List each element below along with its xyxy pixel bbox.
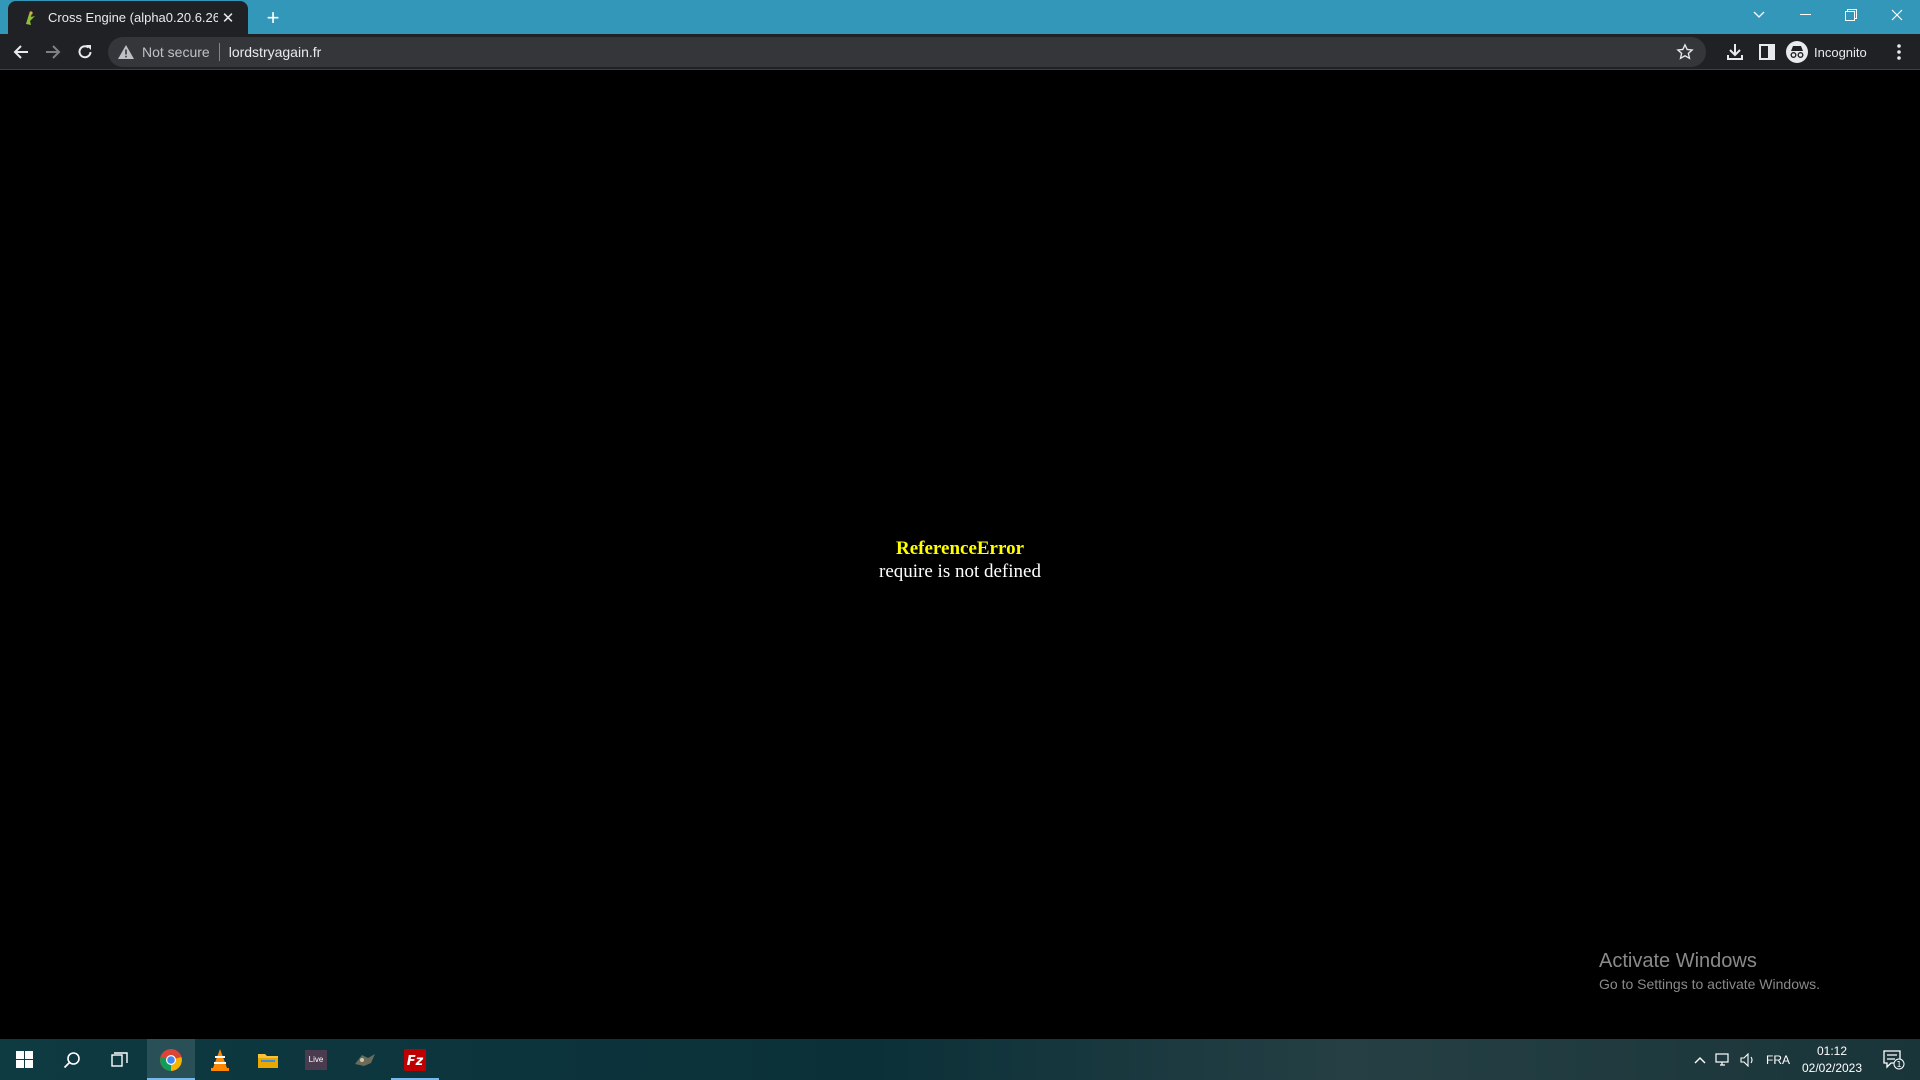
tab-title: Cross Engine (alpha0.20.6.26) — [48, 10, 218, 25]
vlc-icon[interactable] — [196, 1039, 244, 1080]
incognito-icon — [1786, 41, 1808, 63]
restore-icon[interactable] — [1828, 0, 1874, 30]
address-bar[interactable]: Not secure lordstryagain.fr — [108, 37, 1706, 67]
reload-icon[interactable] — [71, 38, 99, 66]
url-text[interactable]: lordstryagain.fr — [229, 44, 322, 60]
chrome-icon[interactable] — [147, 1039, 195, 1080]
activate-windows-watermark: Activate Windows Go to Settings to activ… — [1599, 948, 1820, 994]
input-language-indicator[interactable]: FRA — [1762, 1039, 1794, 1080]
watermark-subtitle: Go to Settings to activate Windows. — [1599, 976, 1820, 992]
clock-time: 01:12 — [1816, 1044, 1848, 1058]
clock-date: 02/02/2023 — [1801, 1061, 1863, 1075]
live-app-label: Live — [305, 1049, 327, 1070]
kebab-menu-icon[interactable] — [1888, 41, 1910, 63]
browser-toolbar: Not secure lordstryagain.fr Incognito — [0, 34, 1920, 70]
svg-text:Fz: Fz — [407, 1054, 424, 1069]
close-tab-icon[interactable]: ✕ — [218, 8, 238, 28]
live-app-icon[interactable]: Live — [292, 1039, 340, 1080]
new-tab-button[interactable]: + — [260, 5, 286, 31]
game-app-icon[interactable] — [341, 1039, 389, 1080]
error-message-box: ReferenceError require is not defined — [0, 537, 1920, 583]
volume-icon[interactable] — [1737, 1039, 1759, 1080]
omnibox-divider — [218, 43, 220, 61]
forward-arrow-icon[interactable] — [39, 38, 67, 66]
watermark-title: Activate Windows — [1599, 950, 1757, 972]
side-panel-icon[interactable] — [1756, 41, 1778, 63]
warning-icon[interactable] — [118, 44, 134, 60]
windows-start-icon[interactable] — [0, 1039, 48, 1080]
minimize-icon[interactable] — [1782, 0, 1828, 30]
download-icon[interactable] — [1724, 41, 1746, 63]
file-explorer-icon[interactable] — [244, 1039, 292, 1080]
error-message: require is not defined — [879, 561, 1041, 582]
windows-taskbar: Live Fz FRA 01:12 02/02/2023 1 — [0, 1039, 1920, 1080]
incognito-profile-button[interactable]: Incognito — [1786, 39, 1875, 65]
close-window-icon[interactable] — [1874, 0, 1920, 30]
taskbar-clock[interactable]: 01:12 02/02/2023 — [1795, 1043, 1869, 1077]
incognito-label: Incognito — [1814, 44, 1867, 60]
tab-search-chevron-icon[interactable] — [1744, 0, 1774, 30]
search-icon[interactable] — [48, 1039, 96, 1080]
network-icon[interactable] — [1713, 1039, 1735, 1080]
action-center-icon[interactable]: 1 — [1874, 1039, 1914, 1080]
error-title: ReferenceError — [896, 538, 1024, 559]
security-label[interactable]: Not secure — [142, 44, 210, 60]
show-hidden-icons-chevron-icon[interactable] — [1690, 1039, 1710, 1080]
page-viewport: ReferenceError require is not defined Ac… — [0, 71, 1920, 1039]
filezilla-icon[interactable]: Fz — [391, 1039, 439, 1080]
notification-count-badge: 1 — [1896, 1060, 1901, 1069]
task-view-icon[interactable] — [96, 1039, 144, 1080]
back-arrow-icon[interactable] — [7, 38, 35, 66]
browser-tab-strip: Cross Engine (alpha0.20.6.26) ✕ + — [0, 0, 1920, 34]
game-favicon-icon — [22, 10, 38, 26]
bookmark-star-icon[interactable] — [1676, 43, 1694, 61]
browser-tab[interactable]: Cross Engine (alpha0.20.6.26) ✕ — [8, 1, 248, 34]
